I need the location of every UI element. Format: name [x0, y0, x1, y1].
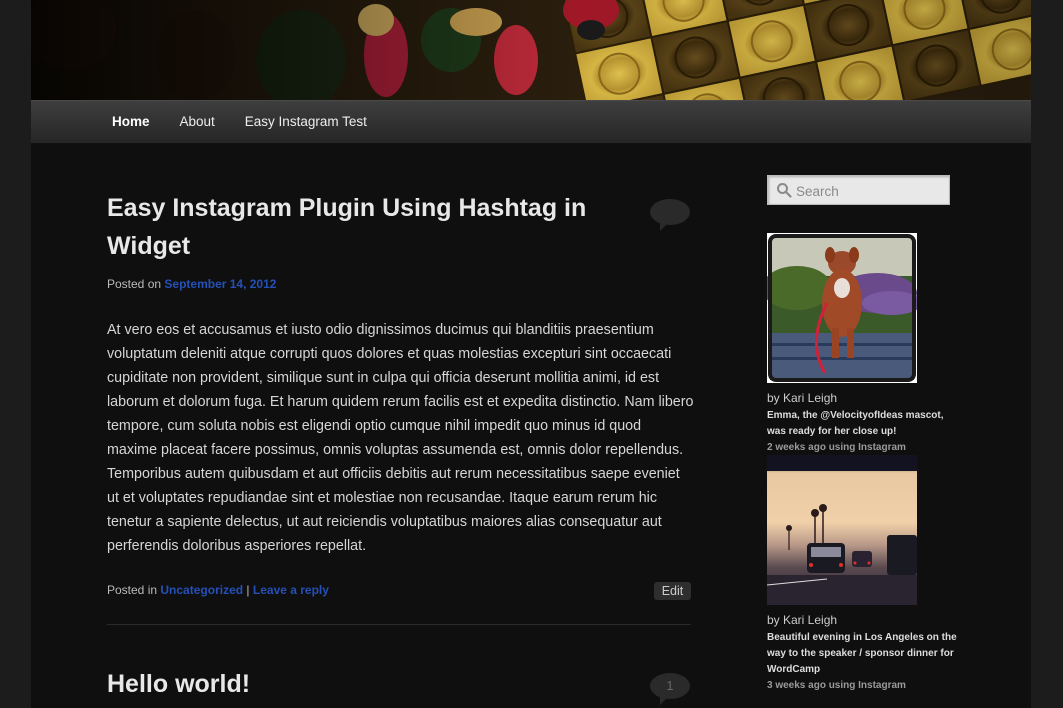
nav-item-about[interactable]: About — [165, 101, 230, 145]
post-content: At vero eos et accusamus et iusto odio d… — [107, 322, 694, 554]
instagram-author: by Kari Leigh — [767, 613, 838, 627]
instagram-caption: Beautiful evening in Los Angeles on the … — [767, 632, 957, 675]
edit-button[interactable]: Edit — [654, 582, 691, 600]
post-title-hello-world[interactable]: Hello world! — [107, 665, 627, 703]
search-input[interactable] — [796, 180, 946, 202]
comment-bubble-icon[interactable] — [650, 199, 690, 231]
dog-photo-image — [767, 233, 917, 383]
search-icon — [777, 183, 792, 198]
instagram-photo[interactable] — [767, 233, 917, 383]
post-title[interactable]: Easy Instagram Plugin Using Hashtag in W… — [107, 189, 627, 265]
footer-separator: | — [246, 583, 250, 597]
instagram-author: by Kari Leigh — [767, 391, 838, 405]
post-divider — [107, 624, 691, 625]
post-date-link[interactable]: September 14, 2012 — [164, 277, 276, 291]
leave-reply-link[interactable]: Leave a reply — [253, 583, 329, 597]
comment-count: 1 — [666, 678, 674, 693]
page: Home About Easy Instagram Test Easy Inst… — [31, 0, 1031, 708]
posted-in-label: Posted in — [107, 583, 158, 597]
instagram-caption: Emma, the @VelocityofIdeas mascot, was r… — [767, 410, 944, 437]
nav-item-home[interactable]: Home — [112, 101, 165, 145]
nav-item-easy-instagram-test[interactable]: Easy Instagram Test — [230, 101, 382, 145]
search-box — [767, 175, 950, 205]
instagram-time: 3 weeks ago using Instagram — [767, 680, 906, 691]
instagram-photo[interactable] — [767, 455, 917, 605]
post-footer: Posted in Uncategorized | Leave a reply — [107, 583, 329, 597]
instagram-time: 2 weeks ago using Instagram — [767, 442, 906, 453]
chess-board-image — [31, 0, 1031, 100]
post-meta: Posted on September 14, 2012 — [107, 277, 276, 291]
posted-on-label: Posted on — [107, 277, 162, 291]
category-link[interactable]: Uncategorized — [160, 583, 243, 597]
header-image[interactable] — [31, 0, 1031, 100]
comment-bubble-icon[interactable]: 1 — [650, 673, 690, 705]
main-navigation: Home About Easy Instagram Test — [31, 100, 1031, 144]
los-angeles-photo-image — [767, 455, 917, 605]
